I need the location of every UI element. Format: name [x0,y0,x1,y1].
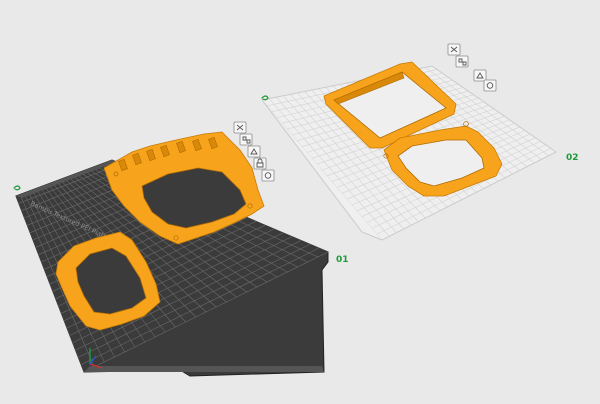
build-plate-2[interactable]: 02 [261,43,579,241]
plate-2-arrange-button[interactable] [455,55,469,68]
plate-1-settings-button[interactable] [261,169,275,182]
plate-1-delete-button[interactable] [233,121,247,134]
3d-viewport[interactable]: Bambu Textured PEI Plate 01 02 [0,0,600,404]
plate-1-lock-button[interactable] [253,157,267,170]
build-plate-1[interactable]: Bambu Textured PEI Plate 01 [13,121,349,377]
plate-2-edit-icon[interactable] [261,95,269,101]
plate-2-settings-button[interactable] [483,79,497,92]
plate-1-orient-button[interactable] [247,145,261,158]
plate-2-label: 02 [566,153,579,163]
plate-2-orient-button[interactable] [473,69,487,82]
plate-2-delete-button[interactable] [447,43,461,56]
plate-1-arrange-button[interactable] [239,133,253,146]
plate-1-edit-icon[interactable] [13,185,21,191]
plate-1-label: 01 [336,255,349,265]
